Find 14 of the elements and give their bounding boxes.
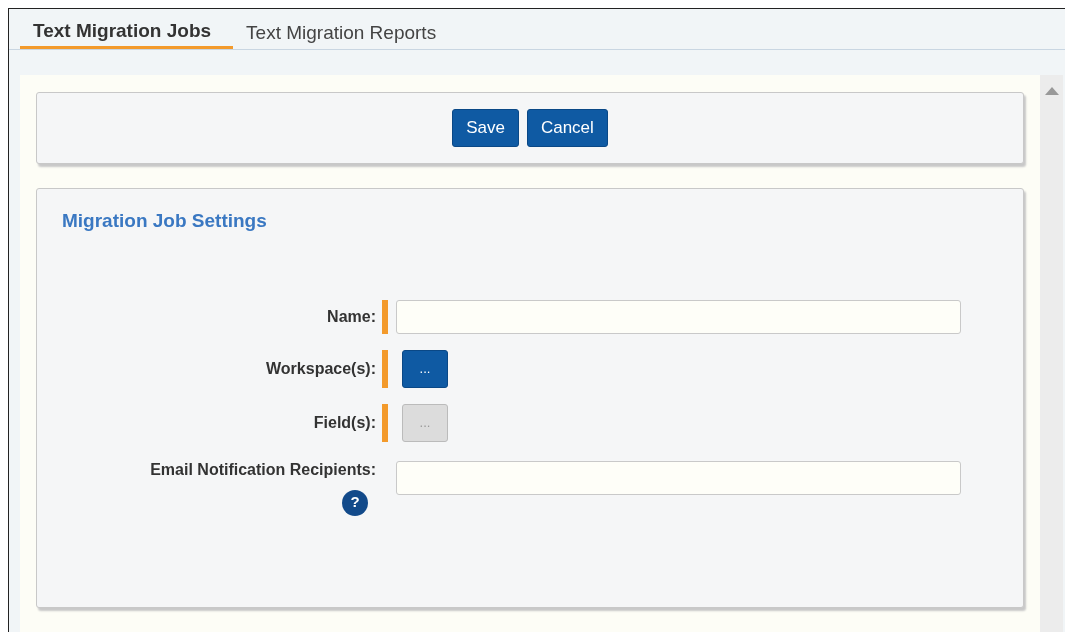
text-field[interactable] bbox=[396, 299, 961, 334]
scroll-up-icon[interactable] bbox=[1044, 87, 1059, 95]
text-field[interactable] bbox=[396, 460, 961, 495]
section-title: Migration Job Settings bbox=[62, 209, 268, 233]
field-label: Workspace(s): bbox=[266, 359, 376, 377]
browse-button[interactable]: ... bbox=[402, 349, 448, 388]
field-label: Name: bbox=[327, 307, 376, 325]
tab[interactable]: Text Migration Jobs bbox=[20, 17, 234, 49]
cancel-button[interactable]: Cancel bbox=[526, 109, 608, 147]
save-button[interactable]: Save bbox=[452, 109, 519, 147]
field-label: Email Notification Recipients: bbox=[149, 459, 376, 480]
tab[interactable]: Text Migration Reports bbox=[233, 17, 459, 49]
help-icon[interactable]: ? bbox=[342, 489, 368, 516]
field-label: Field(s): bbox=[313, 413, 376, 431]
